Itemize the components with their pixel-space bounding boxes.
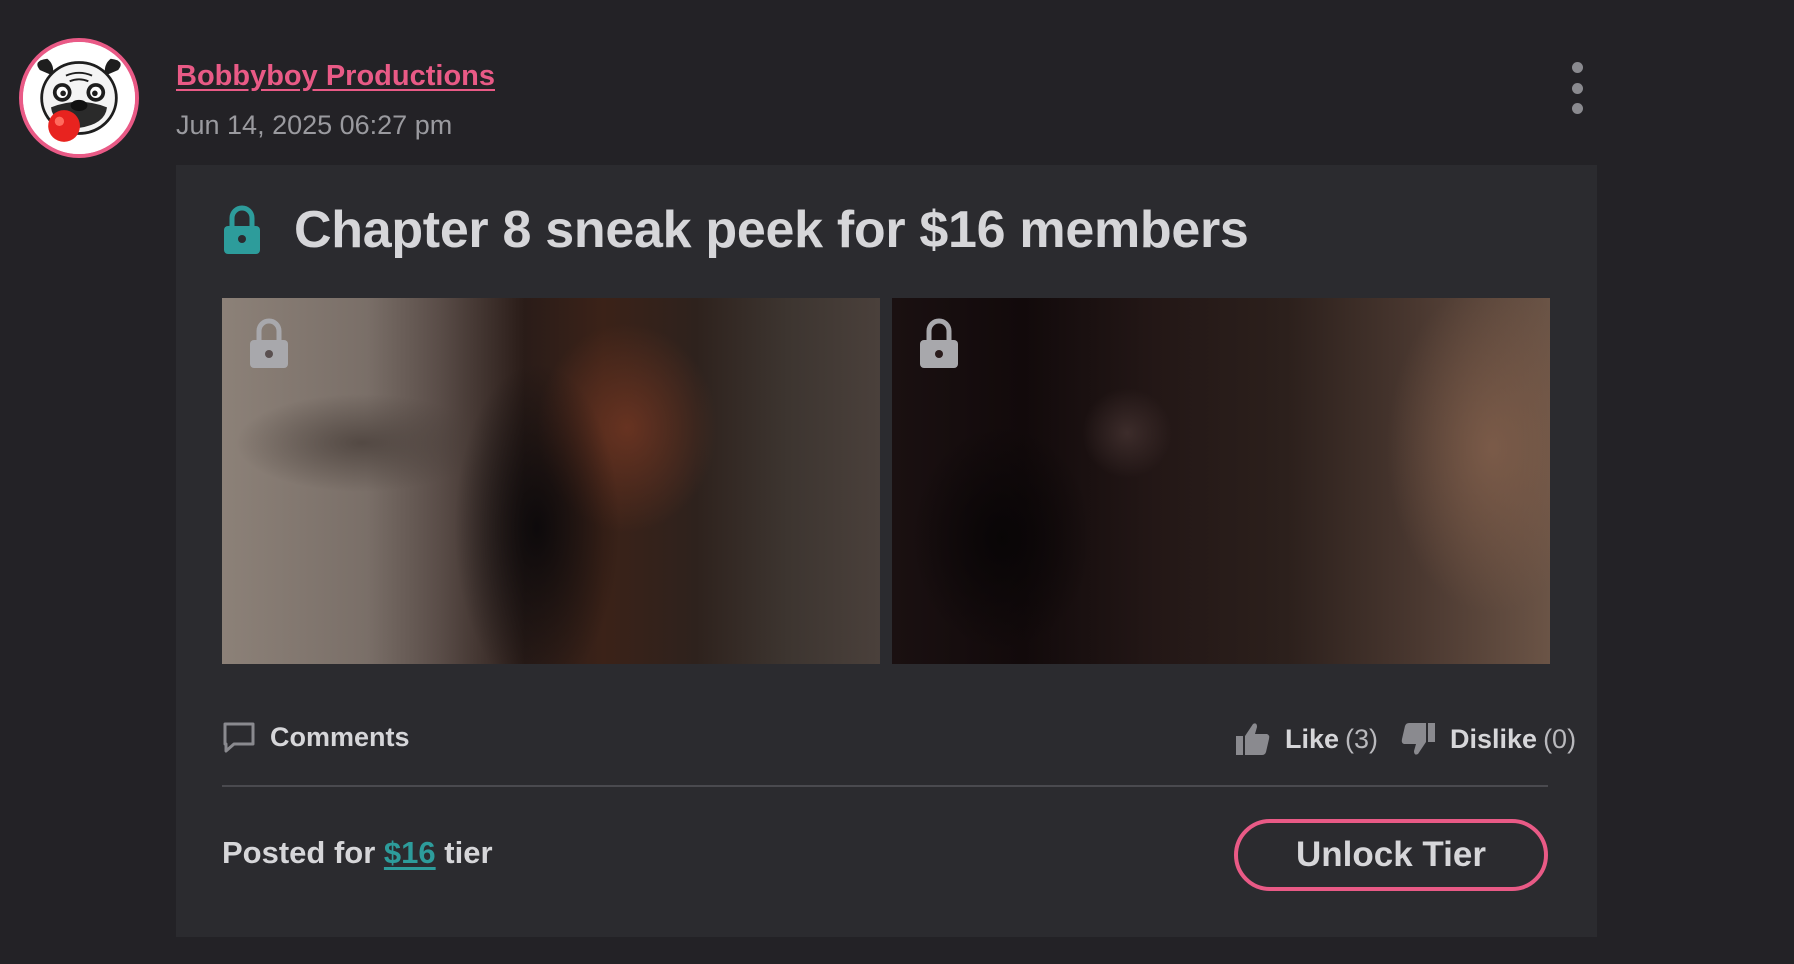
menu-dot (1571, 62, 1583, 73)
post-title-row: Chapter 8 sneak peek for $16 members (222, 200, 1249, 260)
like-button[interactable]: Like (3) (1235, 721, 1378, 757)
divider (222, 785, 1548, 787)
posted-for-suffix: tier (444, 835, 493, 870)
like-label: Like (1285, 723, 1340, 754)
tier-price-link[interactable]: $16 (384, 835, 436, 870)
dislike-count: (0) (1543, 723, 1577, 754)
thumbs-up-icon (1236, 723, 1270, 755)
lock-icon (224, 205, 260, 254)
unlock-tier-button[interactable]: Unlock Tier (1234, 819, 1548, 891)
post-actions: Comments Like (3) Dislike (0) (222, 721, 1576, 761)
menu-dot (1571, 103, 1583, 114)
dislike-button[interactable]: Dislike (0) (1400, 721, 1576, 757)
author-avatar[interactable] (19, 38, 139, 158)
post-container: Bobbyboy Productions Jun 14, 2025 06:27 … (0, 0, 1794, 964)
post-title: Chapter 8 sneak peek for $16 members (294, 201, 1249, 259)
post-card: Chapter 8 sneak peek for $16 members Com… (176, 165, 1597, 937)
lock-icon (250, 318, 288, 368)
comment-bubble-icon (223, 722, 255, 753)
thumbs-down-icon (1401, 723, 1435, 755)
pug-logo-icon (23, 42, 135, 154)
more-options-icon[interactable] (1561, 62, 1593, 114)
comments-button[interactable]: Comments (222, 721, 410, 753)
author-name-link[interactable]: Bobbyboy Productions (176, 60, 495, 93)
menu-dot (1571, 82, 1583, 94)
dislike-label: Dislike (1450, 723, 1538, 754)
like-count: (3) (1345, 723, 1379, 754)
lock-icon (920, 318, 958, 368)
posted-for-tier-text: Posted for $16 tier (222, 835, 493, 871)
locked-media-1[interactable] (222, 298, 880, 664)
posted-for-prefix: Posted for (222, 835, 376, 870)
post-timestamp: Jun 14, 2025 06:27 pm (176, 110, 453, 140)
comments-label: Comments (270, 721, 410, 752)
locked-media-2[interactable] (892, 298, 1550, 664)
